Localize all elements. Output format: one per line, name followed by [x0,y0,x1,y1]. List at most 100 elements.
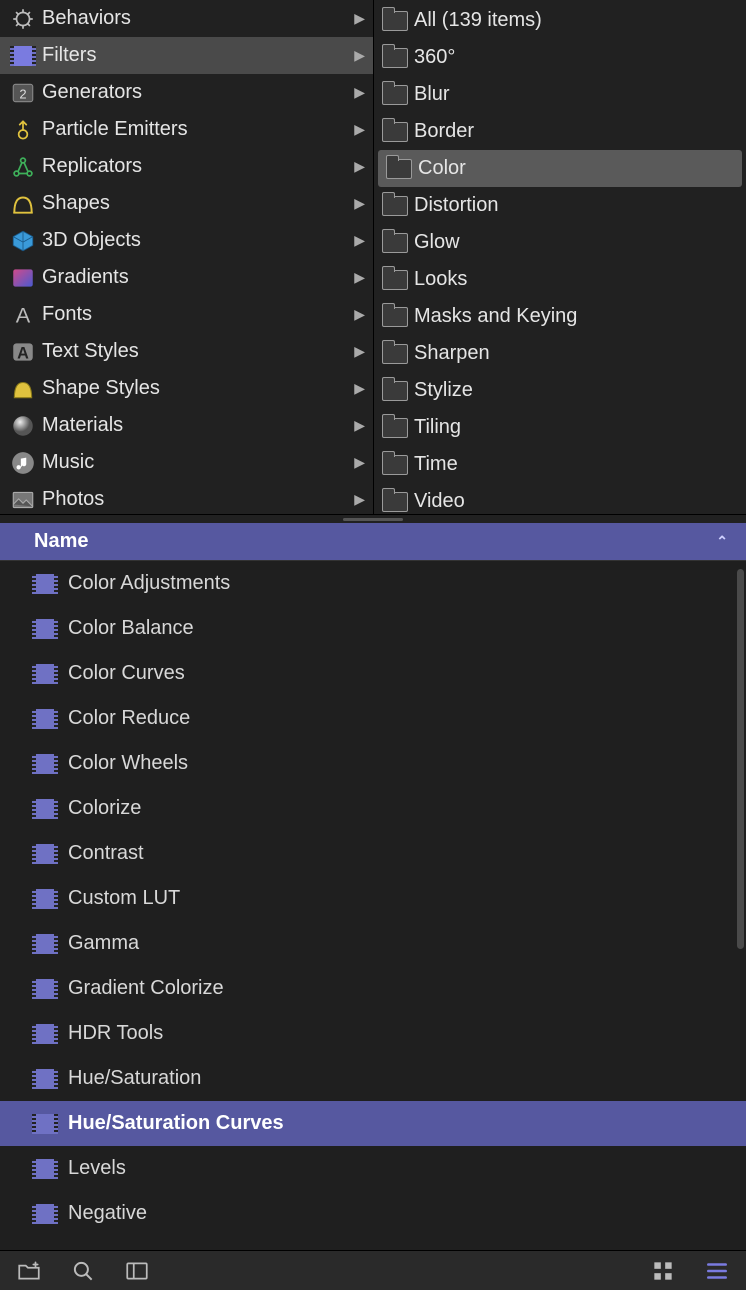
chevron-right-icon: ▶ [354,269,365,286]
list-item-label: Contrast [68,842,144,865]
category-photos[interactable]: Photos▶ [0,481,373,514]
list-item[interactable]: Hue/Saturation Curves [0,1101,746,1146]
folder-icon [380,81,410,109]
list-item[interactable]: Levels [0,1146,746,1191]
folder-icon [380,303,410,331]
list-item[interactable]: Color Balance [0,606,746,651]
subcategory-color[interactable]: Color [378,150,742,187]
list-view-button[interactable] [704,1258,730,1284]
category-shapes[interactable]: Shapes▶ [0,185,373,222]
list-item[interactable]: Color Curves [0,651,746,696]
category-behaviors[interactable]: Behaviors▶ [0,0,373,37]
list-header[interactable]: Name ⌃ [0,523,746,561]
subcategory-time[interactable]: Time [374,446,746,483]
filter-icon [30,842,60,866]
chevron-right-icon: ▶ [354,306,365,323]
folder-icon [380,229,410,257]
subcategory-sharpen[interactable]: Sharpen [374,335,746,372]
list-item[interactable]: Custom LUT [0,876,746,921]
generator-icon: 2 [8,79,38,107]
list-item[interactable]: Color Adjustments [0,561,746,606]
subcategory-glow[interactable]: Glow [374,224,746,261]
subcategory-looks[interactable]: Looks [374,261,746,298]
category-particle-emitters[interactable]: Particle Emitters▶ [0,111,373,148]
subcategory-label: All (139 items) [414,9,740,32]
list-item[interactable]: Colorize [0,786,746,831]
category-generators[interactable]: 2Generators▶ [0,74,373,111]
category-replicators[interactable]: Replicators▶ [0,148,373,185]
grid-view-button[interactable] [650,1258,676,1284]
chevron-right-icon: ▶ [354,84,365,101]
subcategory-360[interactable]: 360° [374,39,746,76]
svg-text:2: 2 [19,86,26,101]
list-item[interactable]: Hue/Saturation [0,1056,746,1101]
filter-icon [30,1067,60,1091]
new-folder-button[interactable] [16,1258,42,1284]
svg-text:A: A [17,344,29,362]
filter-icon [30,977,60,1001]
subcategory-all[interactable]: All (139 items) [374,2,746,39]
list-item-label: Color Curves [68,662,185,685]
category-gradients[interactable]: Gradients▶ [0,259,373,296]
search-button[interactable] [70,1258,96,1284]
subcategory-pane: All (139 items) 360° BlurBorderColor Distor… [374,0,746,514]
category-filters[interactable]: Filters▶ [0,37,373,74]
subcategory-label: Video [414,490,740,513]
folder-icon [380,414,410,442]
subcategory-label: Looks [414,268,740,291]
subcategory-label: Distortion [414,194,740,217]
category-pane: Behaviors▶Filters▶2Generators▶Particle E… [0,0,374,514]
list-item-label: Custom LUT [68,887,180,910]
folder-icon [380,44,410,72]
subcategory-label: Sharpen [414,342,740,365]
list-item[interactable]: Contrast [0,831,746,876]
list-item-label: Hue/Saturation Curves [68,1112,284,1135]
category-text-styles[interactable]: AText Styles▶ [0,333,373,370]
category-label: Fonts [42,303,350,326]
category-label: Gradients [42,266,350,289]
list-item[interactable]: Gradient Colorize [0,966,746,1011]
photo-icon [8,486,38,514]
category-label: Shapes [42,192,350,215]
replicator-icon [8,153,38,181]
category-3d-objects[interactable]: 3D Objects▶ [0,222,373,259]
list-item[interactable]: HDR Tools [0,1011,746,1056]
category-label: Music [42,451,350,474]
subcategory-blur[interactable]: Blur [374,76,746,113]
category-label: Behaviors [42,7,350,30]
column-header-name[interactable]: Name [34,530,716,553]
category-fonts[interactable]: AFonts▶ [0,296,373,333]
chevron-right-icon: ▶ [354,47,365,64]
list-item[interactable]: Color Reduce [0,696,746,741]
category-shape-styles[interactable]: Shape Styles▶ [0,370,373,407]
subcategory-distortion[interactable]: Distortion [374,187,746,224]
subcategory-label: 360° [414,46,740,69]
filter-icon [30,1202,60,1226]
filter-icon [30,1112,60,1136]
sidebar-toggle-button[interactable] [124,1258,150,1284]
filter-icon [30,752,60,776]
list-item[interactable]: Gamma [0,921,746,966]
category-materials[interactable]: Materials▶ [0,407,373,444]
list-item-label: Gradient Colorize [68,977,224,1000]
subcategory-masks-keying[interactable]: Masks and Keying [374,298,746,335]
filter-icon [30,1157,60,1181]
list-item[interactable]: Color Wheels [0,741,746,786]
filter-icon [30,707,60,731]
text-style-icon: A [8,338,38,366]
list-item-label: Color Adjustments [68,572,230,595]
category-music[interactable]: Music▶ [0,444,373,481]
item-list: Color Adjustments Color Balance Color Curv… [0,561,746,1250]
folder-icon [380,377,410,405]
folder-icon [380,192,410,220]
chevron-right-icon: ▶ [354,454,365,471]
list-item[interactable]: Negative [0,1191,746,1236]
subcategory-tiling[interactable]: Tiling [374,409,746,446]
folder-icon [380,118,410,146]
subcategory-video[interactable]: Video [374,483,746,514]
subcategory-stylize[interactable]: Stylize [374,372,746,409]
subcategory-label: Glow [414,231,740,254]
subcategory-border[interactable]: Border [374,113,746,150]
pane-resize-handle[interactable] [0,515,746,523]
scrollbar[interactable] [737,569,744,949]
